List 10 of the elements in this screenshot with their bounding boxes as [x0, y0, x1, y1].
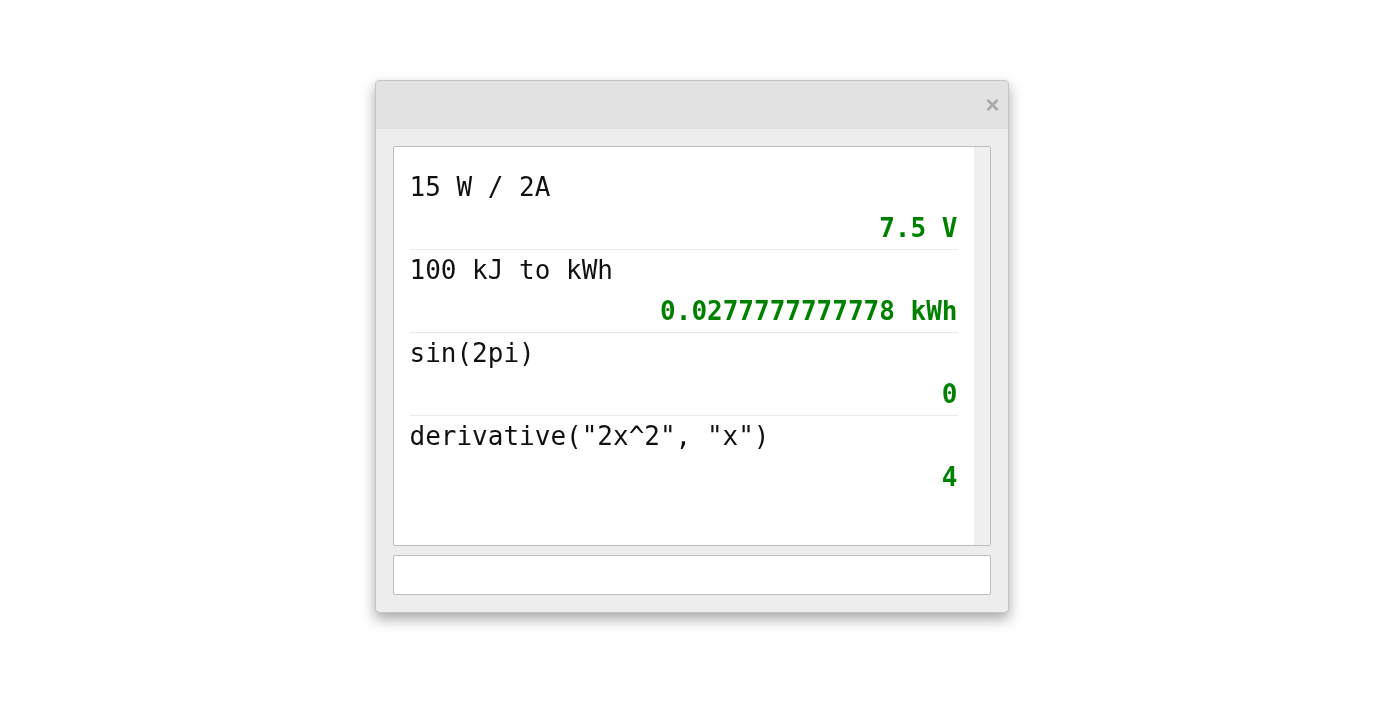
close-button[interactable]: × — [983, 93, 1002, 117]
result-text: 7.5 V — [879, 212, 958, 245]
result-text: 4 — [941, 461, 958, 494]
input-field[interactable] — [392, 555, 991, 595]
result-text: 0.0277777777778 kWh — [660, 295, 958, 328]
expression-text: sin(2pi) — [409, 337, 536, 370]
result-text: 0 — [941, 378, 958, 411]
expression-text: derivative("2x^2", "x") — [409, 420, 771, 453]
expression-text: 100 kJ to kWh — [409, 254, 614, 287]
expression-text: 15 W / 2A — [409, 171, 552, 204]
